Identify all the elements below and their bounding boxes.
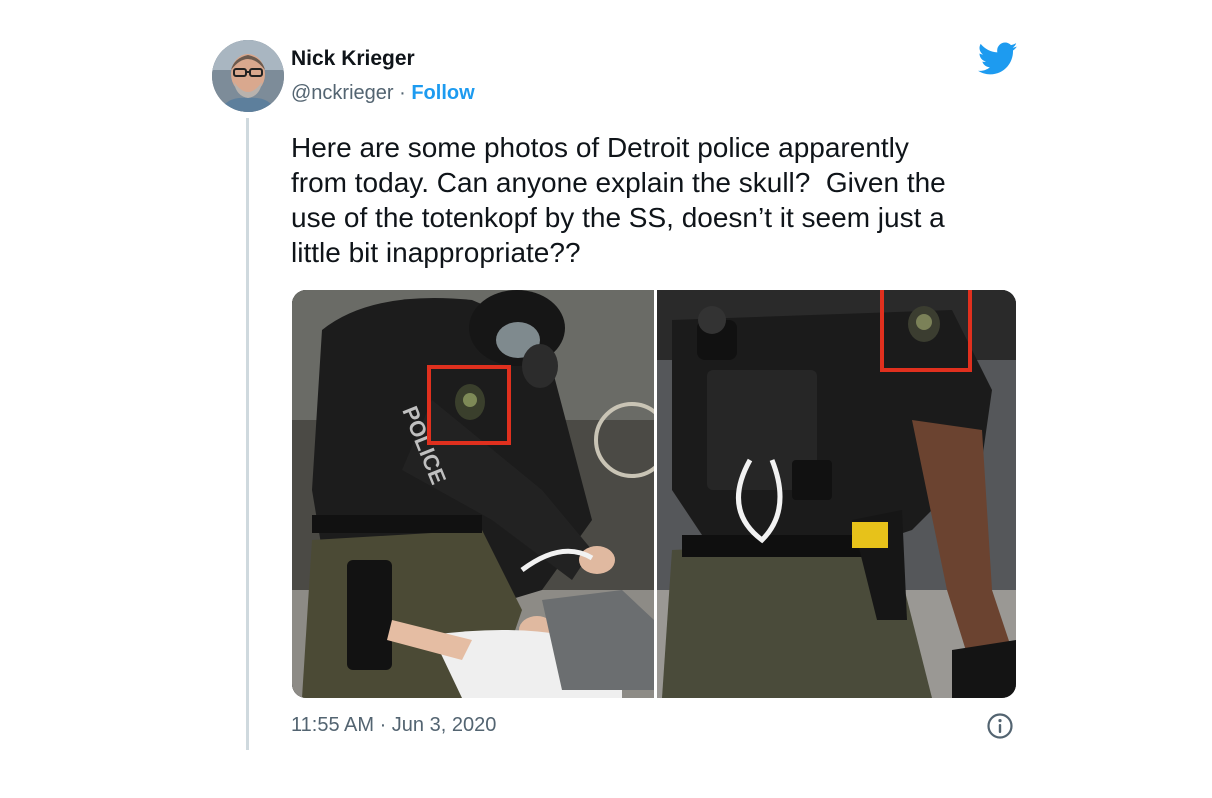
tweet-text: Here are some photos of Detroit police a… <box>291 132 946 268</box>
author-avatar[interactable] <box>212 40 284 112</box>
handle-separator: · <box>393 82 412 104</box>
avatar-image <box>212 40 284 112</box>
author-handle[interactable]: @nckrieger <box>291 82 394 104</box>
author-handle-row: @nckrieger · Follow <box>291 82 475 105</box>
photo-2[interactable] <box>657 290 1016 698</box>
tweet-timestamp[interactable]: 11:55 AM · Jun 3, 2020 <box>291 714 496 737</box>
author-name[interactable]: Nick Krieger <box>291 47 415 71</box>
photo-1[interactable]: POLICE <box>292 290 670 698</box>
tweet-media[interactable]: POLICE <box>292 290 1016 698</box>
twitter-bird-icon[interactable] <box>977 42 1018 76</box>
thread-line <box>246 118 249 750</box>
follow-button[interactable]: Follow <box>411 82 474 104</box>
info-icon[interactable] <box>986 712 1014 740</box>
